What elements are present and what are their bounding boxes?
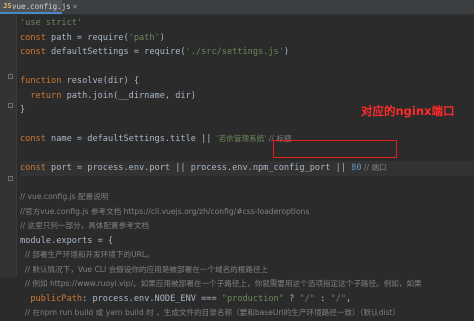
- fold-marker-icon[interactable]: [8, 103, 13, 108]
- code-line[interactable]: [20, 176, 474, 191]
- code-token: const: [20, 134, 52, 144]
- code-token: "/": [299, 293, 315, 304]
- fold-marker-icon[interactable]: [8, 176, 13, 181]
- code-token: port = process.env.port || process.env.n…: [51, 163, 352, 173]
- code-token: publicPath: [30, 293, 83, 304]
- code-line[interactable]: const port = process.env.port || process…: [20, 161, 474, 176]
- code-token: const: [20, 163, 52, 173]
- code-token: function: [20, 76, 67, 86]
- code-token: // 部署生产环境和开发环境下的URL。: [20, 250, 154, 259]
- code-line[interactable]: module.exports = {: [20, 234, 474, 249]
- code-line[interactable]: // 这里只列一部分，具体配置参考文档: [20, 219, 474, 234]
- code-line[interactable]: [20, 60, 474, 75]
- code-line[interactable]: [20, 147, 474, 162]
- code-line[interactable]: return path.join(__dirname, dir): [20, 89, 474, 104]
- code-token: 80: [351, 163, 362, 173]
- code-token: ,: [346, 293, 352, 304]
- code-token: "production": [221, 293, 284, 304]
- code-token: }: [20, 105, 26, 115]
- code-token: // 默认情况下，Vue CLI 会假设你的应用是被部署在一个域名的根路径上: [20, 264, 269, 274]
- tab-vue-config[interactable]: JS vue.config.js ×: [0, 0, 77, 14]
- code-line[interactable]: function resolve(dir) {: [20, 74, 474, 89]
- code-token: path = require(: [51, 32, 129, 43]
- line-gutter: [0, 15, 17, 277]
- code-token: return: [30, 90, 67, 101]
- code-token: : process.env.NODE_ENV ===: [82, 293, 222, 304]
- highlight-box: [273, 140, 397, 158]
- code-line[interactable]: // 默认情况下，Vue CLI 会假设你的应用是被部署在一个域名的根路径上: [20, 263, 474, 278]
- code-line[interactable]: [20, 118, 474, 133]
- code-token: // 这里只列一部分，具体配置参考文档: [20, 221, 150, 230]
- code-token: // 在npm run build 或 yarn build 时 ，生成文件的目…: [20, 308, 401, 317]
- code-token: path.join(__dirname, dir): [66, 90, 196, 101]
- code-token: const: [20, 32, 52, 43]
- code-line[interactable]: const defaultSettings = require('./src/s…: [20, 45, 474, 60]
- close-icon[interactable]: ×: [73, 2, 78, 11]
- code-line[interactable]: const name = defaultSettings.title || '若…: [20, 132, 474, 147]
- code-token: // 端口: [361, 163, 387, 172]
- code-token: // vue.config.js 配置说明: [20, 192, 109, 201]
- code-token: // 例如 https://www.ruoyi.vip/。如果应用被部署在一个子…: [20, 279, 422, 288]
- code-token: name = defaultSettings.title ||: [51, 134, 217, 144]
- code-line[interactable]: // vue.config.js 配置说明: [20, 190, 474, 205]
- code-token: defaultSettings = require(: [51, 47, 186, 57]
- code-token: '若依管理系统': [216, 134, 267, 143]
- code-token: 'use strict': [20, 18, 83, 28]
- code-line[interactable]: // 部署生产环境和开发环境下的URL。: [20, 248, 474, 263]
- code-token: resolve(dir) {: [66, 76, 140, 86]
- javascript-file-icon: JS: [3, 2, 12, 10]
- code-token: './src/settings.js': [185, 47, 284, 57]
- code-token: ): [283, 47, 290, 57]
- code-line[interactable]: publicPath: process.env.NODE_ENV === "pr…: [20, 292, 474, 307]
- code-token: 'path': [128, 32, 160, 43]
- code-line[interactable]: 'use strict': [20, 16, 474, 31]
- editor-tab-bar: JS vue.config.js ×: [0, 0, 474, 15]
- code-line[interactable]: const path = require('path'): [20, 31, 474, 46]
- annotation-label: 对应的nginx端口: [361, 104, 455, 118]
- code-line[interactable]: // 在npm run build 或 yarn build 时 ，生成文件的目…: [20, 306, 474, 321]
- code-token: module.exports = {: [20, 235, 114, 246]
- code-line[interactable]: //官方vue.config.js 参考文档 https://cli.vuejs…: [20, 205, 474, 220]
- code-editor[interactable]: 'use strict' const path = require('path')…: [20, 16, 474, 321]
- code-token: ?: [283, 293, 300, 304]
- tab-label: vue.config.js: [12, 1, 71, 11]
- code-line[interactable]: // 例如 https://www.ruoyi.vip/。如果应用被部署在一个子…: [20, 277, 474, 292]
- code-token: const: [20, 47, 52, 57]
- code-token: ): [159, 32, 165, 43]
- code-token: //官方vue.config.js 参考文档 https://cli.vuejs…: [20, 206, 310, 216]
- code-token: "/": [330, 293, 347, 304]
- fold-marker-icon[interactable]: [8, 74, 13, 79]
- code-token: :: [314, 293, 331, 304]
